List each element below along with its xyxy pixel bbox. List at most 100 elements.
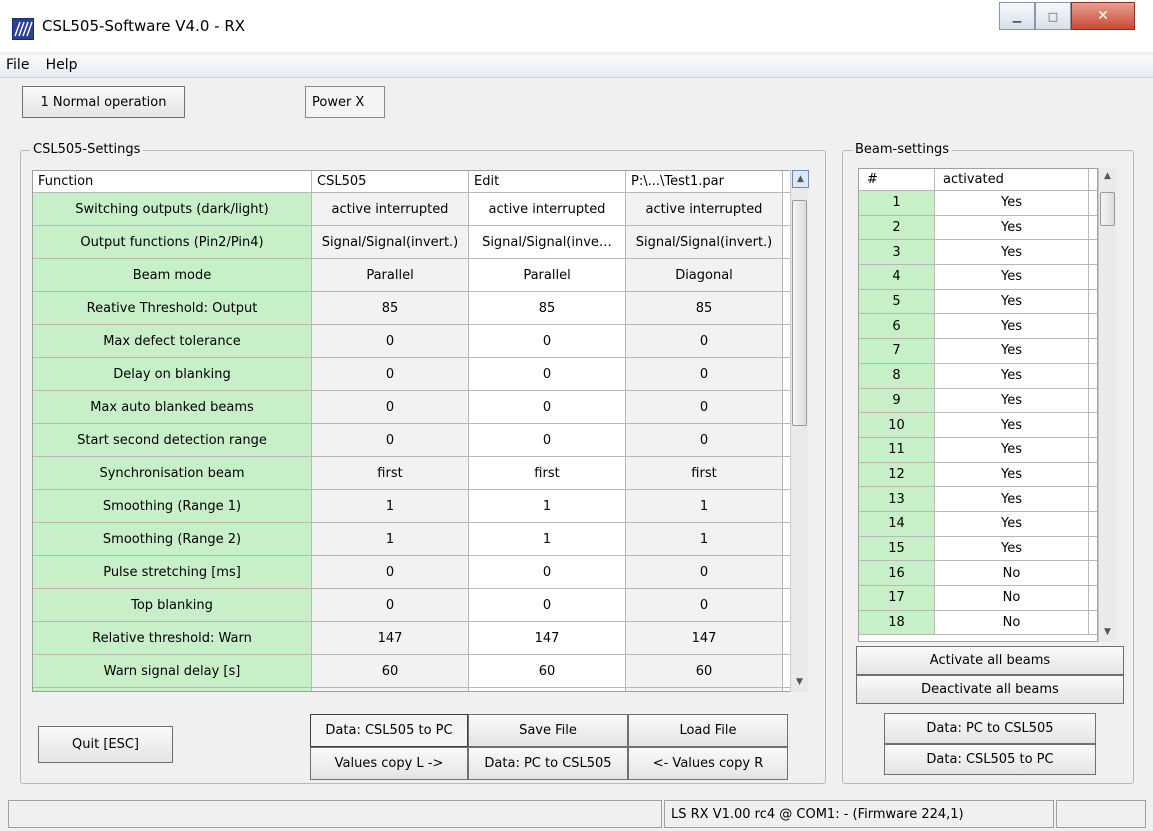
settings-row: Synchronisation beam first first first [33, 457, 807, 490]
beam-number-cell: 12 [859, 462, 935, 487]
file-value-cell: first [626, 457, 783, 489]
edit-value-cell[interactable]: Parallel [469, 259, 626, 291]
data-csl505-to-pc-button[interactable]: Data: CSL505 to PC [310, 714, 468, 747]
beam-row: 18 No [859, 610, 1097, 636]
settings-row: Output functions (Pin2/Pin4) Signal/Signa… [33, 226, 807, 259]
activate-all-beams-button[interactable]: Activate all beams [856, 646, 1124, 675]
function-name-cell: Max auto blanked beams [33, 391, 312, 423]
file-value-cell: Signal/Signal(invert.) [626, 226, 783, 258]
settings-row: Pulse stretching [ms] 0 0 0 [33, 556, 807, 589]
beam-number-cell: 3 [859, 240, 935, 265]
quit-button[interactable]: Quit [ESC] [38, 726, 173, 763]
beam-activated-cell[interactable]: Yes [935, 265, 1089, 289]
beam-number-cell: 15 [859, 536, 935, 561]
beam-activated-cell[interactable]: Yes [935, 339, 1089, 363]
csl505-value-cell: 0 [312, 391, 469, 423]
beam-number-cell: 7 [859, 339, 935, 363]
scroll-thumb[interactable] [792, 200, 807, 426]
beam-number-cell: 4 [859, 265, 935, 289]
beam-activated-cell[interactable]: Yes [935, 437, 1089, 462]
beam-activated-cell[interactable]: Yes [935, 536, 1089, 561]
settings-row: Beam mode Parallel Parallel Diagonal [33, 259, 807, 292]
settings-row: Smoothing (Range 1) 1 1 1 [33, 490, 807, 523]
settings-row: Max auto blanked beams 0 0 0 [33, 391, 807, 424]
edit-value-cell[interactable]: 1 [469, 490, 626, 522]
beam-scroll-down-icon[interactable]: ▼ [1100, 624, 1115, 640]
edit-value-cell[interactable]: Signal/Signal(inve… [469, 226, 626, 258]
beam-scroll-thumb[interactable] [1100, 192, 1115, 226]
header-edit[interactable]: Edit [469, 171, 626, 192]
beam-data-csl505-to-pc-button[interactable]: Data: CSL505 to PC [884, 744, 1096, 775]
title-bar: CSL505-Software V4.0 - RX ▁ □ ✕ [0, 0, 1153, 52]
file-value-cell: 60 [626, 655, 783, 687]
minimize-icon: ▁ [1012, 9, 1022, 23]
values-copy-left-button[interactable]: Values copy L -> [310, 747, 468, 780]
csl505-settings-title: CSL505-Settings [30, 142, 144, 157]
settings-row: Power-up teach delay [s]000 [33, 688, 807, 691]
maximize-button[interactable]: □ [1035, 2, 1071, 30]
beam-row: 2 Yes [859, 215, 1097, 241]
beam-number-cell: 6 [859, 314, 935, 339]
file-value-cell: 1 [626, 523, 783, 555]
beam-row: 17 No [859, 586, 1097, 611]
beam-activated-cell[interactable]: Yes [935, 240, 1089, 265]
csl505-value-cell: Signal/Signal(invert.) [312, 226, 469, 258]
csl505-value-cell: 85 [312, 292, 469, 324]
beam-activated-cell[interactable]: Yes [935, 413, 1089, 437]
edit-value-cell[interactable]: 0 [469, 688, 626, 691]
menu-file[interactable]: File [0, 55, 35, 73]
beam-activated-cell[interactable]: Yes [935, 215, 1089, 240]
edit-value-cell[interactable]: 147 [469, 622, 626, 654]
values-copy-right-button[interactable]: <- Values copy R [628, 747, 788, 780]
header-function[interactable]: Function [33, 171, 312, 192]
beam-activated-cell[interactable]: Yes [935, 314, 1089, 339]
menu-help[interactable]: Help [40, 55, 84, 73]
header-activated[interactable]: activated [935, 169, 1089, 190]
beam-row: 10 Yes [859, 413, 1097, 438]
beam-row: 13 Yes [859, 487, 1097, 512]
edit-value-cell[interactable]: first [469, 457, 626, 489]
beam-row: 4 Yes [859, 265, 1097, 290]
beam-activated-cell[interactable]: Yes [935, 511, 1089, 536]
load-file-button[interactable]: Load File [628, 714, 788, 747]
beam-scrollbar[interactable]: ▲ ▼ [1098, 168, 1116, 642]
beam-activated-cell[interactable]: Yes [935, 388, 1089, 413]
beam-activated-cell[interactable]: Yes [935, 487, 1089, 511]
edit-value-cell[interactable]: 0 [469, 556, 626, 588]
normal-operation-button[interactable]: 1 Normal operation [22, 86, 185, 118]
beam-activated-cell[interactable]: Yes [935, 191, 1089, 215]
beam-activated-cell[interactable]: Yes [935, 363, 1089, 388]
beam-row: 5 Yes [859, 289, 1097, 315]
close-button[interactable]: ✕ [1071, 2, 1135, 30]
edit-value-cell[interactable]: 0 [469, 589, 626, 621]
beam-data-pc-to-csl505-button[interactable]: Data: PC to CSL505 [884, 713, 1096, 744]
edit-value-cell[interactable]: 85 [469, 292, 626, 324]
beam-activated-cell[interactable]: Yes [935, 289, 1089, 314]
edit-value-cell[interactable]: 0 [469, 391, 626, 423]
header-csl505[interactable]: CSL505 [312, 171, 469, 192]
scroll-down-icon[interactable]: ▼ [792, 674, 807, 690]
header-file[interactable]: P:\...\Test1.par [626, 171, 783, 192]
beam-activated-cell[interactable]: No [935, 610, 1089, 635]
settings-scrollbar[interactable]: ▲ ▼ [790, 170, 809, 692]
edit-value-cell[interactable]: 0 [469, 325, 626, 357]
edit-value-cell[interactable]: active interrupted [469, 193, 626, 225]
edit-value-cell[interactable]: 60 [469, 655, 626, 687]
function-name-cell: Switching outputs (dark/light) [33, 193, 312, 225]
beam-activated-cell[interactable]: No [935, 561, 1089, 585]
scroll-up-icon[interactable]: ▲ [792, 170, 809, 188]
edit-value-cell[interactable]: 0 [469, 424, 626, 456]
beam-activated-cell[interactable]: Yes [935, 462, 1089, 487]
edit-value-cell[interactable]: 1 [469, 523, 626, 555]
beam-scroll-up-icon[interactable]: ▲ [1100, 168, 1115, 184]
close-icon: ✕ [1097, 8, 1109, 24]
header-beam-number[interactable]: # [859, 169, 935, 190]
deactivate-all-beams-button[interactable]: Deactivate all beams [856, 675, 1124, 704]
beam-number-cell: 11 [859, 437, 935, 462]
data-pc-to-csl505-button[interactable]: Data: PC to CSL505 [468, 747, 628, 780]
edit-value-cell[interactable]: 0 [469, 358, 626, 390]
beam-number-cell: 2 [859, 215, 935, 240]
save-file-button[interactable]: Save File [468, 714, 628, 747]
minimize-button[interactable]: ▁ [999, 2, 1035, 30]
beam-activated-cell[interactable]: No [935, 586, 1089, 610]
